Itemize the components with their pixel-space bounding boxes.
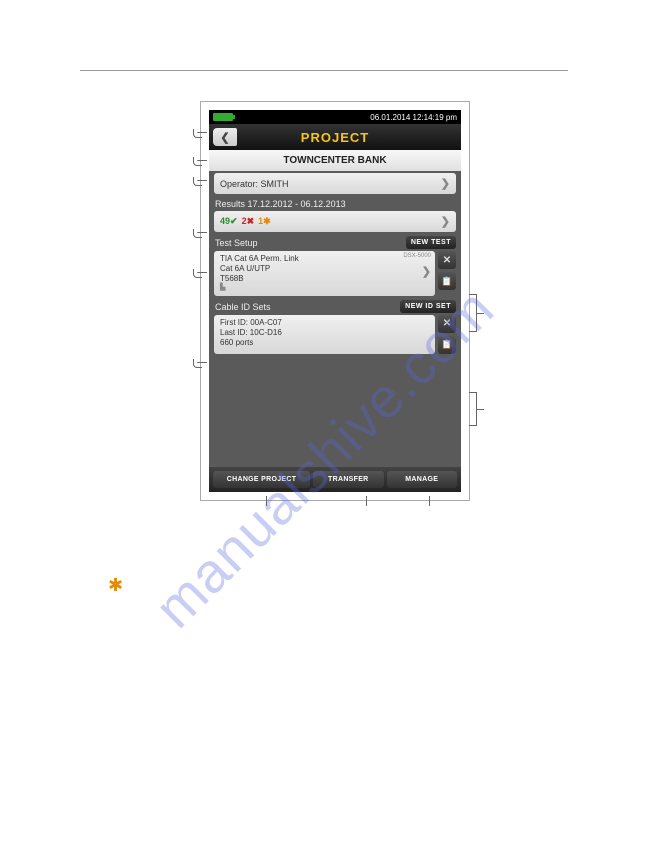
cable-ids-header: Cable ID Sets NEW ID SET bbox=[209, 298, 461, 313]
callout-leader bbox=[197, 180, 207, 181]
callout-bracket bbox=[469, 294, 477, 332]
chevron-right-icon: ❯ bbox=[422, 267, 431, 281]
chevron-right-icon: ❯ bbox=[441, 177, 450, 190]
cable-ids-label: Cable ID Sets bbox=[215, 299, 277, 312]
callout-bracket bbox=[469, 392, 477, 426]
new-id-set-button[interactable]: NEW ID SET bbox=[400, 300, 456, 313]
results-row[interactable]: 49✔ 2✖ 1✱ ❯ bbox=[214, 211, 456, 232]
change-project-button[interactable]: CHANGE PROJECT bbox=[213, 471, 310, 488]
cable-id-side-icons: ✕ 📋 bbox=[438, 315, 456, 354]
copy-idset-button[interactable]: 📋 bbox=[438, 336, 456, 354]
asterisk-icon: ✱ bbox=[108, 575, 123, 596]
clipboard-icon: 📋 bbox=[441, 339, 452, 350]
device-frame: 06.01.2014 12:14:19 pm ❮ PROJECT TOWNCEN… bbox=[200, 101, 470, 501]
transfer-button[interactable]: TRANSFER bbox=[313, 471, 383, 488]
test-setup-label: Test Setup bbox=[215, 235, 264, 248]
device-screen: 06.01.2014 12:14:19 pm ❮ PROJECT TOWNCEN… bbox=[209, 110, 461, 492]
close-icon: ✕ bbox=[443, 318, 451, 329]
project-name: TOWNCENTER BANK bbox=[209, 150, 461, 171]
delete-setup-button[interactable]: ✕ bbox=[438, 251, 456, 269]
pass-count: 49 bbox=[220, 216, 230, 226]
operator-label: Operator: SMITH bbox=[220, 179, 289, 189]
module-label: DSX-5000 bbox=[403, 253, 431, 261]
callout-leader bbox=[197, 132, 207, 133]
page-title: PROJECT bbox=[209, 130, 461, 145]
star-icon: ✱ bbox=[263, 216, 271, 226]
results-range: Results 17.12.2012 - 06.12.2013 bbox=[209, 196, 461, 209]
header-divider bbox=[80, 70, 568, 71]
test-setup-side-icons: ✕ 📋 bbox=[438, 251, 456, 296]
callout-tick bbox=[366, 496, 367, 506]
setup-line2: Cat 6A U/UTP bbox=[220, 264, 429, 274]
battery-icon bbox=[213, 113, 233, 121]
callout-leader bbox=[197, 232, 207, 233]
cableid-line2: Last ID: 10C-D16 bbox=[220, 328, 429, 338]
cableid-line3: 660 ports bbox=[220, 338, 429, 348]
title-bar: ❮ PROJECT bbox=[209, 124, 461, 150]
status-bar: 06.01.2014 12:14:19 pm bbox=[209, 110, 461, 124]
operator-row[interactable]: Operator: SMITH ❯ bbox=[214, 173, 456, 194]
callout-tick bbox=[266, 496, 267, 506]
back-button[interactable]: ❮ bbox=[213, 128, 237, 146]
setup-line1: TIA Cat 6A Perm. Link bbox=[220, 254, 429, 264]
close-icon: ✕ bbox=[443, 255, 451, 266]
setup-line3: T568B bbox=[220, 274, 429, 284]
delete-idset-button[interactable]: ✕ bbox=[438, 315, 456, 333]
cable-id-box[interactable]: First ID: 00A-C07 Last ID: 10C-D16 660 p… bbox=[214, 315, 435, 354]
chevron-right-icon: ❯ bbox=[441, 215, 450, 228]
status-datetime: 06.01.2014 12:14:19 pm bbox=[370, 113, 457, 122]
callout-tick bbox=[429, 496, 430, 506]
cross-icon: ✖ bbox=[247, 216, 255, 226]
callout-leader bbox=[197, 362, 207, 363]
copy-setup-button[interactable]: 📋 bbox=[438, 272, 456, 290]
bottom-bar: CHANGE PROJECT TRANSFER MANAGE bbox=[209, 467, 461, 492]
cableid-line1: First ID: 00A-C07 bbox=[220, 318, 429, 328]
check-icon: ✔ bbox=[230, 216, 238, 226]
test-setup-box[interactable]: DSX-5000 TIA Cat 6A Perm. Link Cat 6A U/… bbox=[214, 251, 435, 296]
results-counts: 49✔ 2✖ 1✱ bbox=[220, 216, 271, 227]
test-setup-header: Test Setup NEW TEST bbox=[209, 234, 461, 249]
clipboard-icon: 📋 bbox=[441, 276, 452, 287]
cable-id-row: First ID: 00A-C07 Last ID: 10C-D16 660 p… bbox=[214, 315, 456, 354]
manage-button[interactable]: MANAGE bbox=[387, 471, 457, 488]
callout-leader bbox=[197, 160, 207, 161]
test-setup-row: DSX-5000 TIA Cat 6A Perm. Link Cat 6A U/… bbox=[214, 251, 456, 296]
callout-leader bbox=[197, 272, 207, 273]
new-test-button[interactable]: NEW TEST bbox=[406, 236, 456, 249]
